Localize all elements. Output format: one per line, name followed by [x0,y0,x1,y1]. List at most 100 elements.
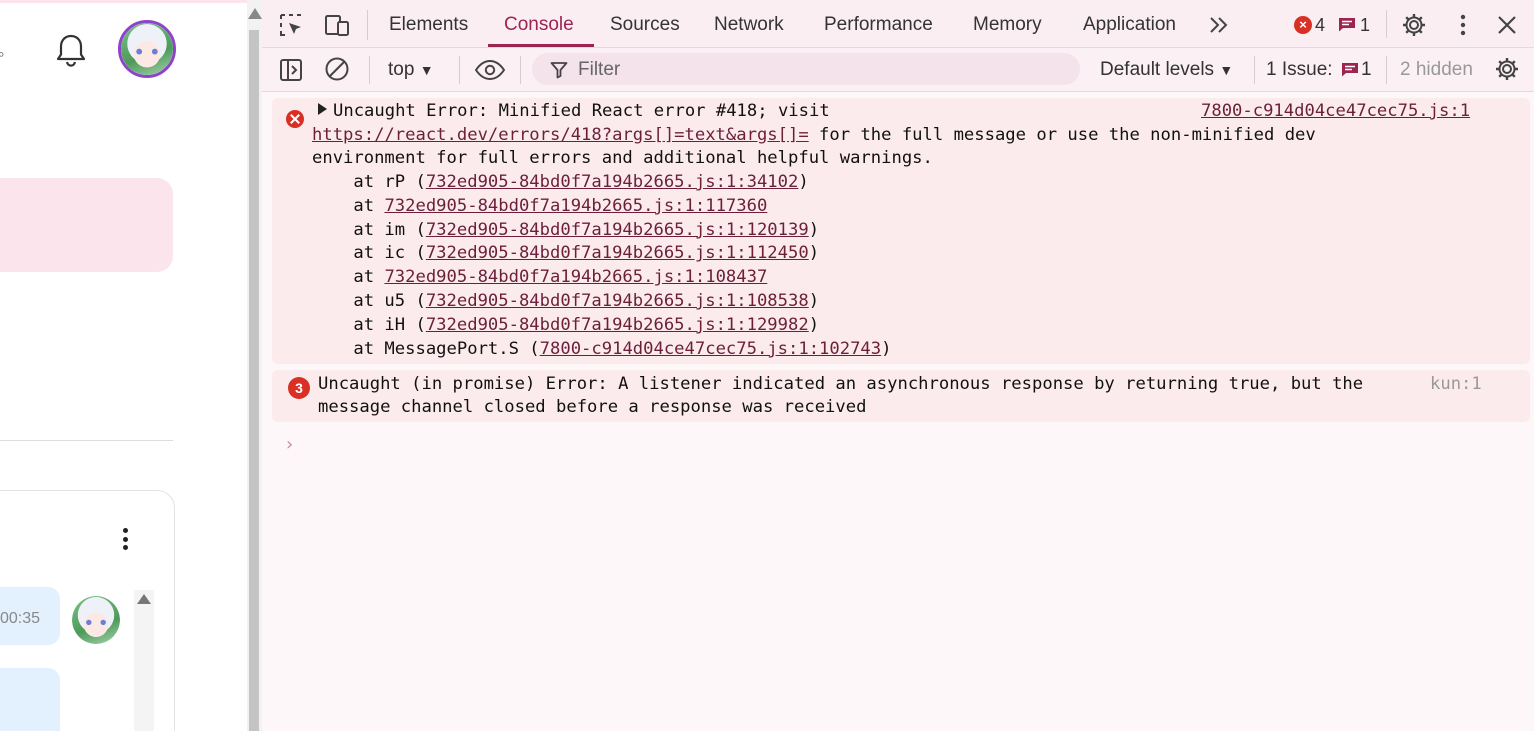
page-top-border [0,0,248,3]
devtools-tabbar: Elements Console Sources Network Perform… [262,0,1534,48]
separator [459,56,460,84]
console-settings-gear-icon[interactable] [1494,56,1520,82]
console-error-entry[interactable]: 3 Uncaught (in promise) Error: A listene… [272,370,1530,422]
tab-memory[interactable]: Memory [973,14,1042,36]
stack-frame: at MessagePort.S (7800-c914d04ce47cec75.… [312,338,892,361]
error-icon [286,110,304,128]
tab-network[interactable]: Network [714,14,784,36]
stack-frame-text: at iH ( [312,314,426,335]
error-message-head[interactable]: Uncaught Error: Minified React error #41… [318,100,830,123]
console-toolbar: top ▼ Filter Default levels ▼ 1 Issue: 1… [262,48,1534,92]
message-icon[interactable] [1338,17,1356,32]
chat-avatar[interactable] [72,596,120,644]
error-message-line: message channel closed before a response… [318,397,867,417]
separator [1386,56,1387,84]
stack-frame-text: ) [881,338,892,359]
tab-console[interactable]: Console [504,14,574,36]
issue-icon[interactable] [1341,62,1359,77]
eye-icon[interactable] [474,57,506,83]
dropdown-arrow-icon: ▼ [1219,62,1234,78]
issues-count[interactable]: 1 [1361,59,1372,81]
active-tab-indicator [488,44,594,47]
sidebar-toggle-icon[interactable] [278,57,304,83]
stack-frame-link[interactable]: 732ed905-84bd0f7a194b2665.js:1:129982 [426,315,809,335]
bell-icon[interactable] [54,32,88,70]
stack-frame-text: at [312,195,385,216]
highlight-card[interactable] [0,178,173,272]
stack-frame-text: ) [808,219,820,240]
stack-frame-link[interactable]: 732ed905-84bd0f7a194b2665.js:1:117360 [384,196,767,216]
console-output: Uncaught Error: Minified React error #41… [262,92,1534,731]
error-count[interactable]: 4 [1315,15,1325,36]
stack-frame-text: at ic ( [312,243,426,264]
stack-frame-text: ) [808,291,820,311]
more-options-icon[interactable] [116,524,134,554]
separator [1386,10,1387,38]
stack-frame-text: at [312,267,385,288]
separator [520,56,521,84]
tab-elements[interactable]: Elements [389,14,468,36]
scroll-up-arrow-icon[interactable] [137,594,151,604]
source-link[interactable]: kun:1 [1430,373,1482,396]
stack-frame: at 732ed905-84bd0f7a194b2665.js:1:117360 [312,195,767,218]
close-icon[interactable] [1494,12,1520,38]
dropdown-arrow-icon: ▼ [419,62,434,78]
message-time: 00:35 [0,610,41,627]
stack-frame: at ic (732ed905-84bd0f7a194b2665.js:1:11… [312,242,819,265]
expand-triangle-icon[interactable] [318,103,327,115]
hidden-count: 2 hidden [1400,59,1473,80]
tab-application[interactable]: Application [1083,14,1176,36]
separator [1254,56,1255,84]
stack-frame: at iH (732ed905-84bd0f7a194b2665.js:1:12… [312,314,819,337]
context-selector[interactable]: top ▼ [388,59,434,81]
stack-frame-link[interactable]: 732ed905-84bd0f7a194b2665.js:1:120139 [426,220,809,240]
stack-frame-text: at MessagePort.S ( [312,338,540,359]
separator [369,56,370,84]
stack-frame-link[interactable]: 732ed905-84bd0f7a194b2665.js:1:108437 [384,267,767,287]
avatar-image [121,23,173,75]
chevron-double-right-icon[interactable] [1208,14,1230,36]
error-message-line: Uncaught (in promise) Error: A listener … [318,374,1364,394]
more-vertical-icon[interactable] [1450,12,1476,38]
page-viewport: ◦ 00:35 [0,0,248,731]
stack-frame: at im (732ed905-84bd0f7a194b2665.js:1:12… [312,219,819,242]
repeat-count-badge: 3 [288,377,310,399]
tab-separator [367,10,368,40]
stack-frame-link[interactable]: 732ed905-84bd0f7a194b2665.js:1:34102 [426,172,799,192]
stack-frame-text: ) [808,314,820,335]
stack-frame-text: at u5 ( [312,291,426,311]
message-count[interactable]: 1 [1360,15,1370,36]
filter-placeholder[interactable]: Filter [578,59,620,81]
console-prompt[interactable]: › [286,434,293,455]
partial-icon: ◦ [0,44,5,64]
stack-frame-link[interactable]: 732ed905-84bd0f7a194b2665.js:1:108538 [426,291,809,311]
stack-frame-text: at im ( [312,219,426,240]
tab-sources[interactable]: Sources [610,14,680,36]
page-scrollbar[interactable] [247,0,262,731]
log-levels-dropdown[interactable]: Default levels ▼ [1100,59,1233,81]
clear-console-icon[interactable] [324,56,350,82]
stack-frame-link[interactable]: 732ed905-84bd0f7a194b2665.js:1:112450 [426,243,809,263]
settings-gear-icon[interactable] [1401,12,1427,38]
stack-frame: at rP (732ed905-84bd0f7a194b2665.js:1:34… [312,171,808,194]
divider [0,440,173,441]
tab-performance[interactable]: Performance [824,14,933,36]
console-error-entry[interactable]: Uncaught Error: Minified React error #41… [272,98,1530,364]
scrollbar-thumb[interactable] [249,30,259,731]
chat-scrollbar[interactable] [134,590,154,731]
device-toolbar-icon[interactable] [324,12,350,38]
source-link[interactable]: 7800-c914d04ce47cec75.js:1 [1201,100,1470,123]
stack-frame-link[interactable]: 7800-c914d04ce47cec75.js:1:102743 [540,339,881,359]
filter-icon [550,62,568,79]
stack-frame: at u5 (732ed905-84bd0f7a194b2665.js:1:10… [312,290,819,313]
stack-frame: at 732ed905-84bd0f7a194b2665.js:1:108437 [312,266,767,289]
docs-link[interactable]: https://react.dev/errors/418?args[]=text… [312,125,809,145]
error-count-icon[interactable]: × [1294,16,1312,34]
stack-frame-text: at rP ( [312,172,426,192]
devtools-panel: Elements Console Sources Network Perform… [262,0,1534,731]
user-avatar[interactable] [118,20,176,78]
error-message-line: https://react.dev/errors/418?args[]=text… [312,125,1316,145]
issues-label[interactable]: 1 Issue: [1266,59,1333,81]
scroll-up-arrow-icon[interactable] [248,8,262,19]
inspect-element-icon[interactable] [278,12,304,38]
